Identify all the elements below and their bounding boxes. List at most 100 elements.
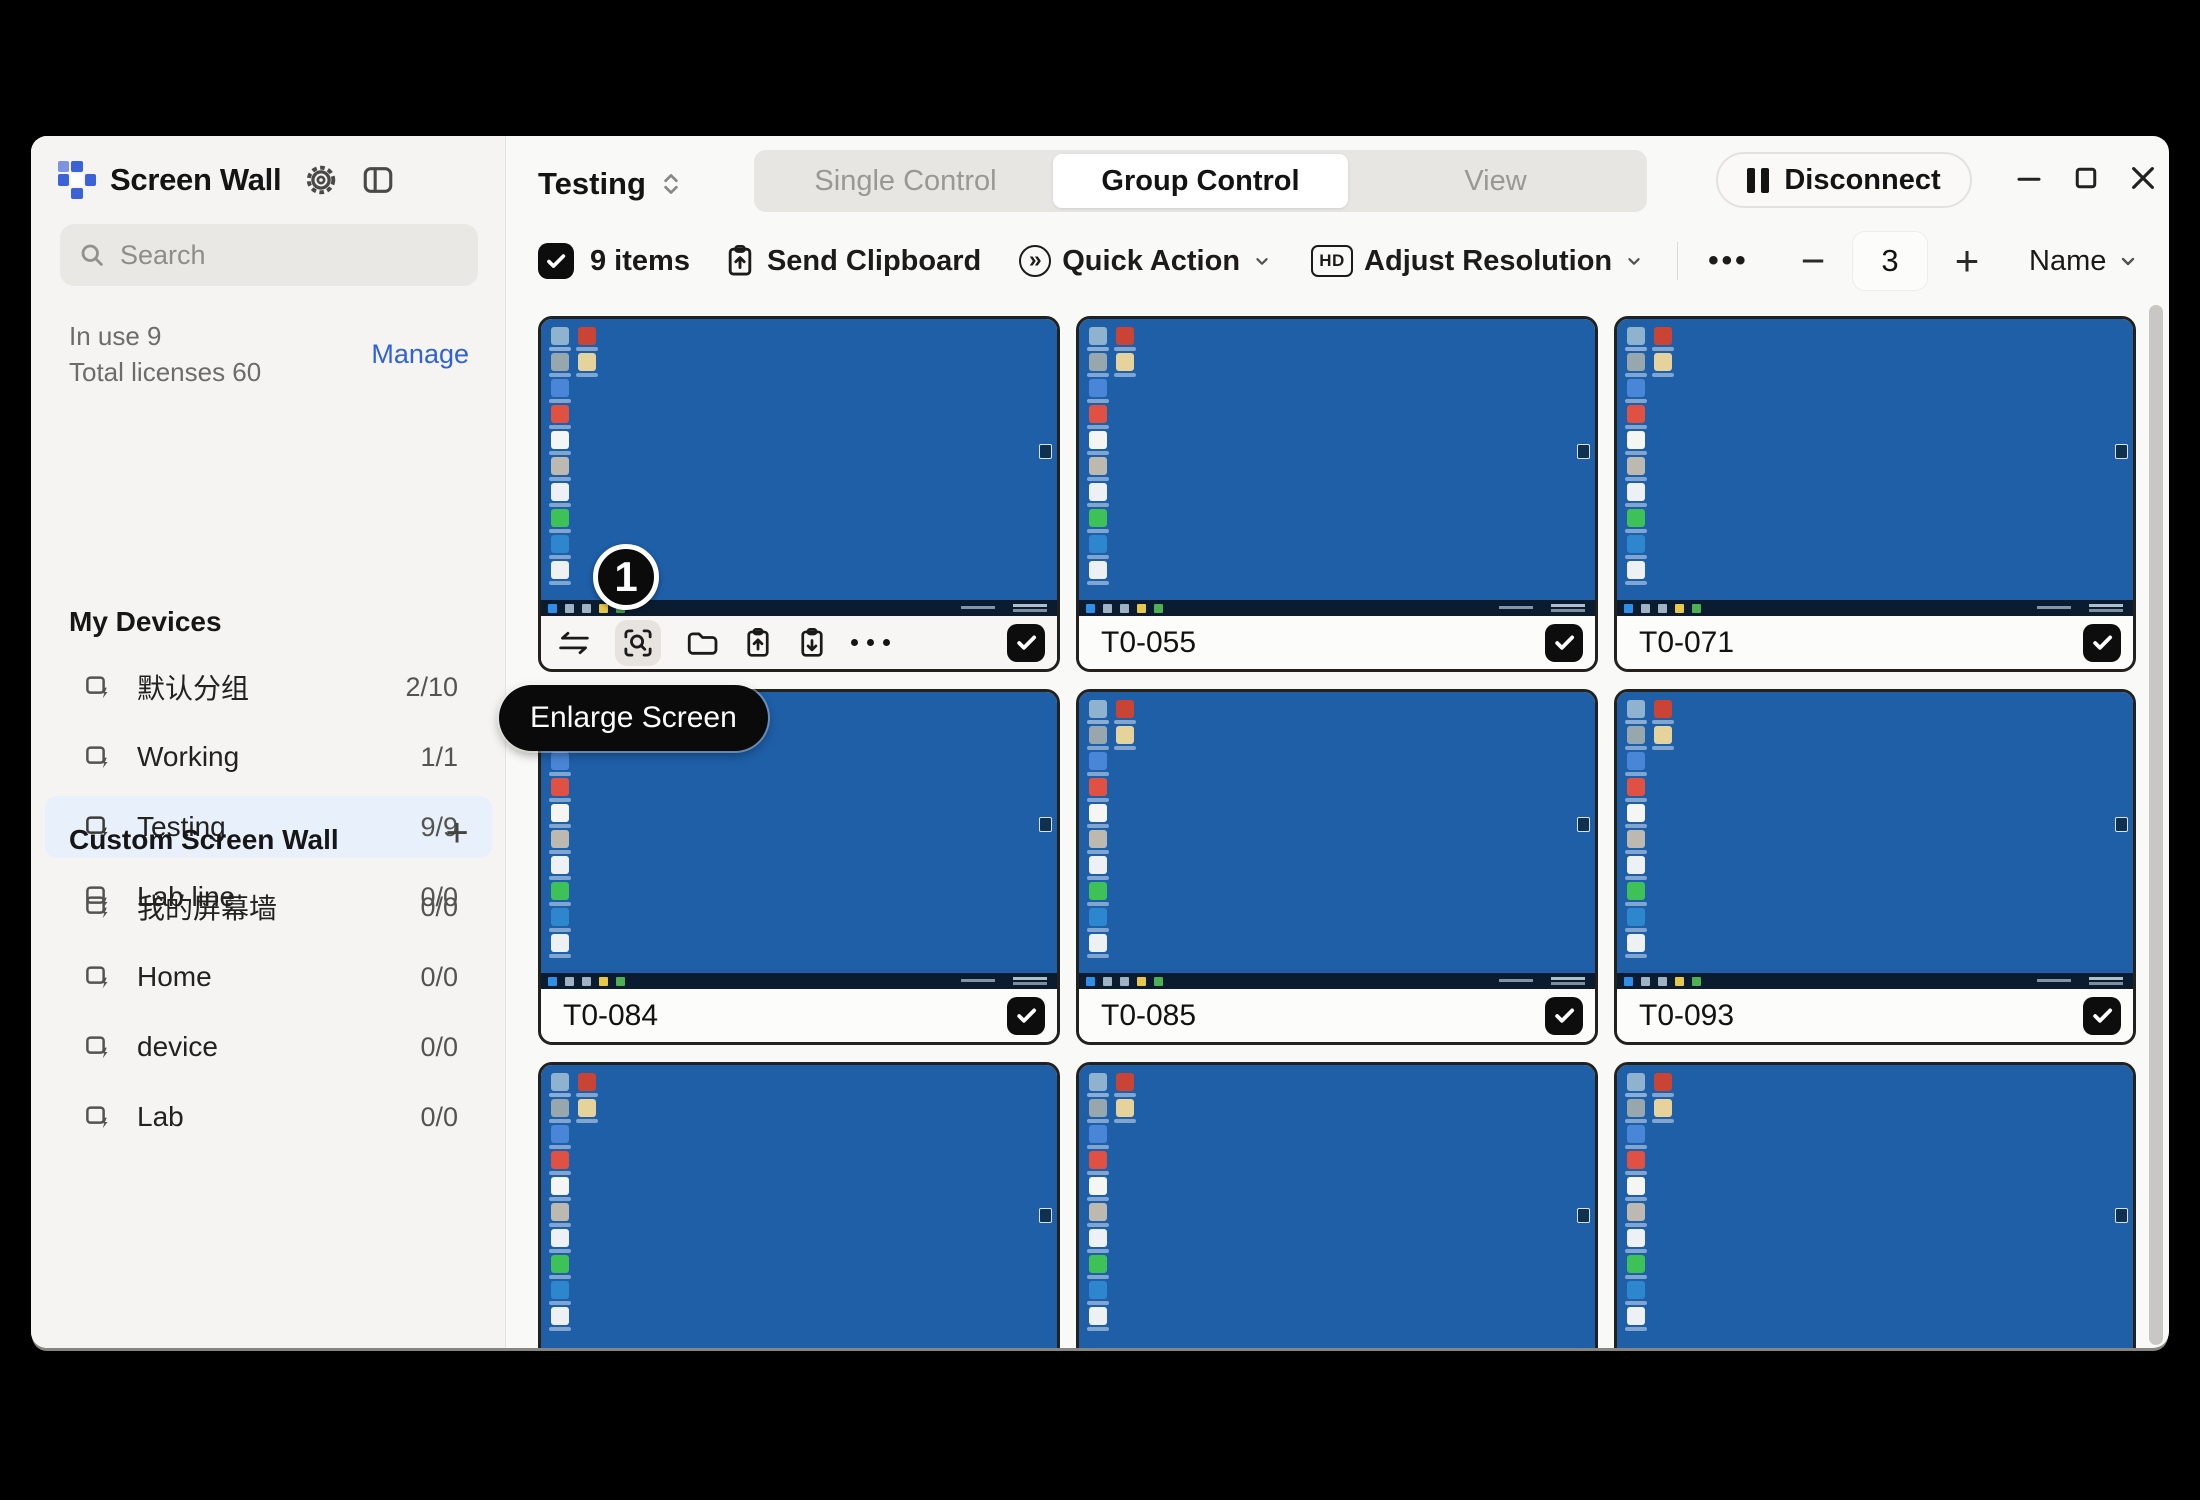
window-controls bbox=[2009, 158, 2163, 198]
send-clipboard-button[interactable]: Send Clipboard bbox=[724, 244, 981, 278]
sort-dropdown[interactable]: Name bbox=[2029, 245, 2140, 278]
pinned-window-icon bbox=[1577, 444, 1590, 459]
custom-wall-list: 我的屏幕墙 0/0 Home 0/0 device 0/0 bbox=[45, 876, 492, 1156]
main-area: Testing Single Control Group Control Vie… bbox=[507, 136, 2169, 1348]
toolbar-divider bbox=[1677, 242, 1678, 280]
remote-desktop-thumbnail[interactable] bbox=[1079, 692, 1595, 989]
clipboard-down-icon bbox=[797, 627, 827, 659]
remote-desktop-thumbnail[interactable] bbox=[541, 1065, 1057, 1348]
screen-tile[interactable]: T0-093 bbox=[1614, 689, 2136, 1045]
select-all-checkbox[interactable] bbox=[538, 243, 574, 279]
gear-icon bbox=[303, 162, 339, 198]
desktop-icon-labels bbox=[549, 1093, 571, 1097]
enlarge-screen-tooltip: Enlarge Screen bbox=[499, 685, 768, 751]
split-panel-icon bbox=[361, 163, 395, 197]
sidebar-item-default-group[interactable]: 默认分组 2/10 bbox=[45, 656, 492, 718]
pinned-window-icon bbox=[1577, 1208, 1590, 1223]
tile-label-bar: T0-055 bbox=[1079, 616, 1595, 669]
pinned-window-icon bbox=[2115, 444, 2128, 459]
pinned-window-icon bbox=[2115, 1208, 2128, 1223]
desktop-icons bbox=[551, 327, 569, 345]
minimize-button[interactable] bbox=[2009, 158, 2049, 198]
tile-checkbox[interactable] bbox=[2083, 997, 2121, 1035]
adjust-resolution-button[interactable]: HD Adjust Resolution bbox=[1311, 245, 1645, 278]
tile-checkbox[interactable] bbox=[2083, 624, 2121, 662]
quick-action-icon: » bbox=[1019, 245, 1051, 277]
chevron-down-icon bbox=[2116, 249, 2140, 273]
screen-tile[interactable]: T0-085 bbox=[1076, 689, 1598, 1045]
pinned-window-icon bbox=[1577, 817, 1590, 832]
screen-tile[interactable]: T0-055 bbox=[1076, 316, 1598, 672]
app-logo-icon bbox=[58, 161, 96, 199]
quick-action-button[interactable]: » Quick Action bbox=[1019, 245, 1273, 278]
remote-desktop-thumbnail[interactable] bbox=[1617, 692, 2133, 989]
desktop-icon-labels bbox=[1087, 720, 1109, 724]
swap-screen-button[interactable] bbox=[557, 629, 591, 657]
desktop-icon-labels bbox=[1087, 1093, 1109, 1097]
screen-tile-hovered[interactable] bbox=[538, 316, 1060, 672]
tab-group-control[interactable]: Group Control bbox=[1053, 154, 1348, 208]
grid-decrease-button[interactable]: − bbox=[1791, 239, 1835, 283]
enlarge-screen-button[interactable] bbox=[615, 620, 661, 666]
tile-more-button[interactable] bbox=[851, 639, 890, 646]
device-name: T0-055 bbox=[1101, 626, 1196, 660]
tile-checkbox[interactable] bbox=[1007, 997, 1045, 1035]
group-switcher[interactable]: Testing bbox=[538, 158, 684, 210]
clipboard-up-icon bbox=[724, 244, 756, 278]
screenshot-stage: Screen Wall bbox=[0, 0, 2200, 1500]
remote-desktop-thumbnail[interactable] bbox=[1079, 1065, 1595, 1348]
tile-checkbox[interactable] bbox=[1007, 624, 1045, 662]
send-clipboard-tile-button[interactable] bbox=[743, 627, 773, 659]
desktop-icons bbox=[551, 1073, 569, 1091]
tab-view[interactable]: View bbox=[1348, 154, 1643, 208]
close-button[interactable] bbox=[2123, 158, 2163, 198]
license-in-use: In use 9 bbox=[69, 318, 261, 354]
more-actions-button[interactable]: ••• bbox=[1708, 244, 1749, 278]
close-icon bbox=[2127, 162, 2159, 194]
search-box[interactable] bbox=[60, 224, 478, 286]
sidebar-item-home[interactable]: Home 0/0 bbox=[45, 946, 492, 1008]
tile-checkbox[interactable] bbox=[1545, 997, 1583, 1035]
get-clipboard-tile-button[interactable] bbox=[797, 627, 827, 659]
check-icon bbox=[2089, 629, 2116, 656]
maximize-button[interactable] bbox=[2066, 158, 2106, 198]
chevron-down-icon bbox=[1251, 250, 1273, 272]
device-name: T0-085 bbox=[1101, 999, 1196, 1033]
my-devices-header: My Devices bbox=[69, 606, 222, 638]
sidebar-item-working[interactable]: Working 1/1 bbox=[45, 726, 492, 788]
taskbar bbox=[1079, 600, 1595, 616]
check-icon bbox=[543, 248, 569, 274]
sidebar-item-my-screen-wall[interactable]: 我的屏幕墙 0/0 bbox=[45, 876, 492, 938]
remote-desktop-thumbnail[interactable] bbox=[1079, 319, 1595, 616]
settings-button[interactable] bbox=[303, 162, 339, 198]
tile-checkbox[interactable] bbox=[1545, 624, 1583, 662]
grid-increase-button[interactable]: + bbox=[1945, 239, 1989, 283]
screen-tile[interactable] bbox=[538, 1062, 1060, 1348]
screen-tile[interactable] bbox=[1614, 1062, 2136, 1348]
sidebar-item-lab[interactable]: Lab 0/0 bbox=[45, 1086, 492, 1148]
vertical-scrollbar[interactable] bbox=[2149, 305, 2163, 1345]
desktop-icon-labels bbox=[1625, 1093, 1647, 1097]
remote-desktop-thumbnail[interactable] bbox=[1617, 1065, 2133, 1348]
screen-tile[interactable] bbox=[1076, 1062, 1598, 1348]
disconnect-button[interactable]: Disconnect bbox=[1716, 152, 1972, 208]
toolbar: 9 items Send Clipboard » Quick Action HD bbox=[538, 232, 1749, 290]
desktop-icon-labels bbox=[1625, 347, 1647, 351]
tab-single-control[interactable]: Single Control bbox=[758, 154, 1053, 208]
sidebar-item-device[interactable]: device 0/0 bbox=[45, 1016, 492, 1078]
remote-desktop-thumbnail[interactable] bbox=[1617, 319, 2133, 616]
sidebar-toggle-button[interactable] bbox=[361, 163, 395, 197]
check-icon bbox=[1013, 1002, 1040, 1029]
search-input[interactable] bbox=[120, 240, 450, 271]
unfold-chevrons-icon bbox=[658, 169, 684, 199]
maximize-icon bbox=[2071, 163, 2101, 193]
license-total: Total licenses 60 bbox=[69, 354, 261, 390]
add-screen-wall-button[interactable]: + bbox=[435, 811, 479, 855]
desktop-icons bbox=[1089, 327, 1107, 345]
manage-licenses-link[interactable]: Manage bbox=[371, 339, 469, 370]
screen-tile[interactable]: T0-071 bbox=[1614, 316, 2136, 672]
file-manager-button[interactable] bbox=[685, 628, 719, 658]
device-group-icon bbox=[83, 672, 113, 702]
app-title: Screen Wall bbox=[110, 162, 281, 198]
enlarge-screen-icon bbox=[621, 626, 655, 660]
